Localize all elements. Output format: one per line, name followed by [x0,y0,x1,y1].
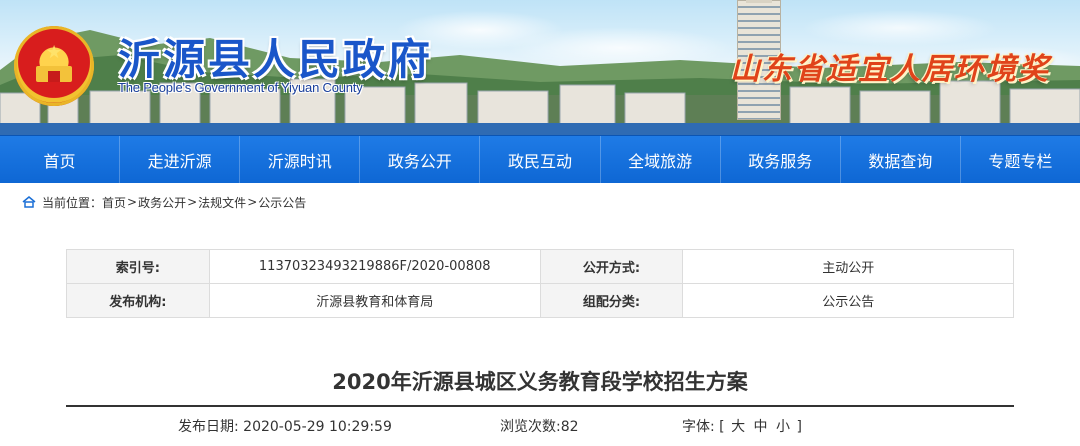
document-info-table: 索引号: 11370323493219886F/2020-00808 公开方式:… [66,249,1014,318]
breadcrumb: 当前位置： 首页 > 政务公开 > 法规文件 > 公示公告 [0,183,1080,221]
view-count: 浏览次数:82 [500,416,579,436]
home-icon [22,196,36,208]
nav-item-gov-affairs[interactable]: 政务公开 [360,136,481,183]
breadcrumb-regulations[interactable]: 法规文件 [198,194,246,211]
disclosure-method-label: 公开方式: [539,249,684,284]
font-bracket-open: [ [719,419,725,435]
breadcrumb-gov-affairs[interactable]: 政务公开 [138,194,186,211]
category-value: 公示公告 [682,283,1014,318]
nav-item-about[interactable]: 走进沂源 [120,136,241,183]
publish-date-value: 2020-05-29 10:29:59 [243,419,392,435]
view-count-value: 82 [560,419,579,435]
breadcrumb-home[interactable]: 首页 [102,194,126,211]
font-size-control: 字体: [ 大 中 小 ] [682,416,802,436]
award-slogan: 山东省适宜人居环境奖 [730,52,1050,87]
site-title[interactable]: 沂源县人民政府 [118,26,433,87]
title-divider [66,405,1014,407]
table-row: 索引号: 11370323493219886F/2020-00808 公开方式:… [66,249,1014,284]
nav-item-news[interactable]: 沂源时讯 [240,136,361,183]
breadcrumb-announcements[interactable]: 公示公告 [258,194,306,211]
article-title: 2020年沂源县城区义务教育段学校招生方案 [332,370,748,394]
disclosure-method-value: 主动公开 [682,249,1014,284]
font-size-large-button[interactable]: 大 [731,419,745,435]
font-size-medium-button[interactable]: 中 [754,419,768,435]
emblem-star-icon: ★ [46,42,63,63]
nav-item-data[interactable]: 数据查询 [841,136,961,183]
font-bracket-close: ] [796,419,802,435]
publish-date-label: 发布日期: [178,419,239,435]
nav-item-topics[interactable]: 专题专栏 [961,136,1080,183]
nav-item-services[interactable]: 政务服务 [721,136,841,183]
index-label: 索引号: [66,249,210,284]
index-value: 11370323493219886F/2020-00808 [208,249,541,284]
publisher-label: 发布机构: [66,283,210,318]
nav-item-tourism[interactable]: 全域旅游 [601,136,721,183]
category-label: 组配分类: [539,283,684,318]
nav-item-interaction[interactable]: 政民互动 [480,136,601,183]
nav-item-home[interactable]: 首页 [0,136,121,183]
breadcrumb-separator: > [247,195,258,209]
view-count-label: 浏览次数: [500,419,561,435]
breadcrumb-separator: > [187,195,198,209]
font-size-label: 字体: [682,419,715,435]
national-emblem: ★ [14,26,94,106]
publisher-value: 沂源县教育和体育局 [208,283,541,318]
breadcrumb-prefix: 当前位置： [42,195,103,210]
table-row: 发布机构: 沂源县教育和体育局 组配分类: 公示公告 [66,283,1014,318]
breadcrumb-separator: > [127,195,138,209]
main-nav: 首页 走进沂源 沂源时讯 政务公开 政民互动 全域旅游 政务服务 数据查询 专题… [0,135,1080,183]
header-banner: ★ 沂源县人民政府 The People's Government of Yiy… [0,0,1080,135]
emblem-gate-icon [36,66,72,82]
site-subtitle: The People's Government of Yiyuan County [118,80,363,95]
publish-date: 发布日期: 2020-05-29 10:29:59 [178,416,392,436]
font-size-small-button[interactable]: 小 [776,419,790,435]
